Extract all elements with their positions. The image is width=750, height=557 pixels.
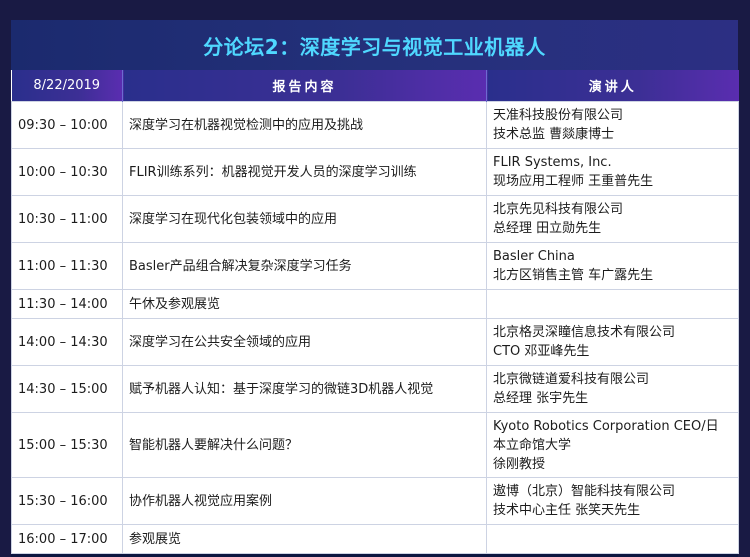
- page-title: 分论坛2：深度学习与视觉工业机器人: [203, 34, 546, 59]
- session-speaker: 北京格灵深瞳信息技术有限公司 CTO 邓亚峰先生: [486, 318, 739, 366]
- table-row: 09:30 – 10:00 深度学习在机器视觉检测中的应用及挑战 天准科技股份有限公…: [11, 101, 739, 149]
- session-time: 14:30 – 15:00: [11, 365, 123, 413]
- session-time: 16:00 – 17:00: [11, 524, 123, 554]
- session-time: 09:30 – 10:00: [11, 101, 123, 149]
- table-row: 15:30 – 16:00 协作机器人视觉应用案例 遨博（北京）智能科技有限公司 技术…: [11, 477, 739, 525]
- speaker-line: 天准科技股份有限公司: [493, 108, 624, 123]
- agenda-body: 09:30 – 10:00 深度学习在机器视觉检测中的应用及挑战 天准科技股份有限公…: [11, 101, 739, 554]
- header-speaker: 演讲人: [486, 70, 739, 102]
- session-speaker: [486, 289, 739, 319]
- session-speaker: Kyoto Robotics Corporation CEO/日 本立命馆大学 徐刚…: [486, 412, 739, 478]
- session-time: 10:30 – 11:00: [11, 195, 123, 243]
- speaker-line: 北京格灵深瞳信息技术有限公司: [493, 325, 676, 340]
- session-topic: 智能机器人要解决什么问题？: [122, 412, 487, 478]
- speaker-line: 徐刚教授: [493, 456, 546, 472]
- session-topic: 午休及参观展览: [122, 289, 487, 319]
- session-time: 15:00 – 15:30: [11, 412, 123, 478]
- session-time: 14:00 – 14:30: [11, 318, 123, 366]
- speaker-line: 本立命馆大学: [493, 437, 572, 453]
- speaker-line: Kyoto Robotics Corporation CEO/日: [493, 418, 719, 434]
- speaker-line: 北方区销售主管 车广露先生: [493, 268, 654, 283]
- table-header-row: 8/22/2019 报告内容 演讲人: [11, 70, 739, 102]
- speaker-line: 技术中心主任 张笑天先生: [493, 503, 641, 518]
- table-row: 16:00 – 17:00 参观展览: [11, 524, 739, 554]
- session-time: 10:00 – 10:30: [11, 148, 123, 196]
- session-speaker: 北京先见科技有限公司 总经理 田立勋先生: [486, 195, 739, 243]
- agenda-table: 8/22/2019 报告内容 演讲人 09:30 – 10:00 深度学习在机器视…: [11, 70, 739, 554]
- speaker-line: 北京微链道爱科技有限公司: [493, 372, 650, 387]
- session-topic: 赋予机器人认知：基于深度学习的微链3D机器人视觉: [122, 365, 487, 413]
- table-row: 14:30 – 15:00 赋予机器人认知：基于深度学习的微链3D机器人视觉 北京微…: [11, 365, 739, 413]
- session-topic: 深度学习在机器视觉检测中的应用及挑战: [122, 101, 487, 149]
- session-topic: Basler产品组合解决复杂深度学习任务: [122, 242, 487, 290]
- session-topic: 协作机器人视觉应用案例: [122, 477, 487, 525]
- table-row: 10:00 – 10:30 FLIR训练系列：机器视觉开发人员的深度学习训练 FLI…: [11, 148, 739, 196]
- session-time: 11:00 – 11:30: [11, 242, 123, 290]
- session-speaker: 遨博（北京）智能科技有限公司 技术中心主任 张笑天先生: [486, 477, 739, 525]
- session-speaker: 北京微链道爱科技有限公司 总经理 张宇先生: [486, 365, 739, 413]
- table-row: 11:30 – 14:00 午休及参观展览: [11, 289, 739, 319]
- speaker-line: FLIR Systems, Inc.: [493, 155, 612, 170]
- session-topic: 深度学习在现代化包装领域中的应用: [122, 195, 487, 243]
- session-speaker: Basler China 北方区销售主管 车广露先生: [486, 242, 739, 290]
- session-time: 11:30 – 14:00: [11, 289, 123, 319]
- speaker-line: 北京先见科技有限公司: [493, 202, 624, 217]
- header-date: 8/22/2019: [11, 70, 123, 102]
- table-row: 15:00 – 15:30 智能机器人要解决什么问题？ Kyoto Robotics…: [11, 412, 739, 478]
- table-row: 10:30 – 11:00 深度学习在现代化包装领域中的应用 北京先见科技有限公司总…: [11, 195, 739, 243]
- session-speaker: [486, 524, 739, 554]
- speaker-line: 遨博（北京）智能科技有限公司: [493, 484, 676, 499]
- speaker-line: 总经理 张宇先生: [493, 391, 589, 406]
- speaker-line: Basler China: [493, 249, 575, 264]
- session-speaker: FLIR Systems, Inc. 现场应用工程师 王重普先生: [486, 148, 739, 196]
- session-time: 15:30 – 16:00: [11, 477, 123, 525]
- speaker-line: 现场应用工程师 王重普先生: [493, 174, 654, 189]
- table-row: 11:00 – 11:30 Basler产品组合解决复杂深度学习任务 Basler …: [11, 242, 739, 290]
- speaker-line: CTO 邓亚峰先生: [493, 344, 590, 359]
- table-row: 14:00 – 14:30 深度学习在公共安全领域的应用 北京格灵深瞳信息技术有限公…: [11, 318, 739, 366]
- session-topic: 深度学习在公共安全领域的应用: [122, 318, 487, 366]
- title-bar: 分论坛2：深度学习与视觉工业机器人: [11, 20, 738, 70]
- session-topic: FLIR训练系列：机器视觉开发人员的深度学习训练: [122, 148, 487, 196]
- session-topic: 参观展览: [122, 524, 487, 554]
- session-speaker: 天准科技股份有限公司 技术总监 曹燚康博士: [486, 101, 739, 149]
- speaker-line: 总经理 田立勋先生: [493, 221, 602, 236]
- header-topic: 报告内容: [122, 70, 487, 102]
- speaker-line: 技术总监 曹燚康博士: [493, 127, 615, 142]
